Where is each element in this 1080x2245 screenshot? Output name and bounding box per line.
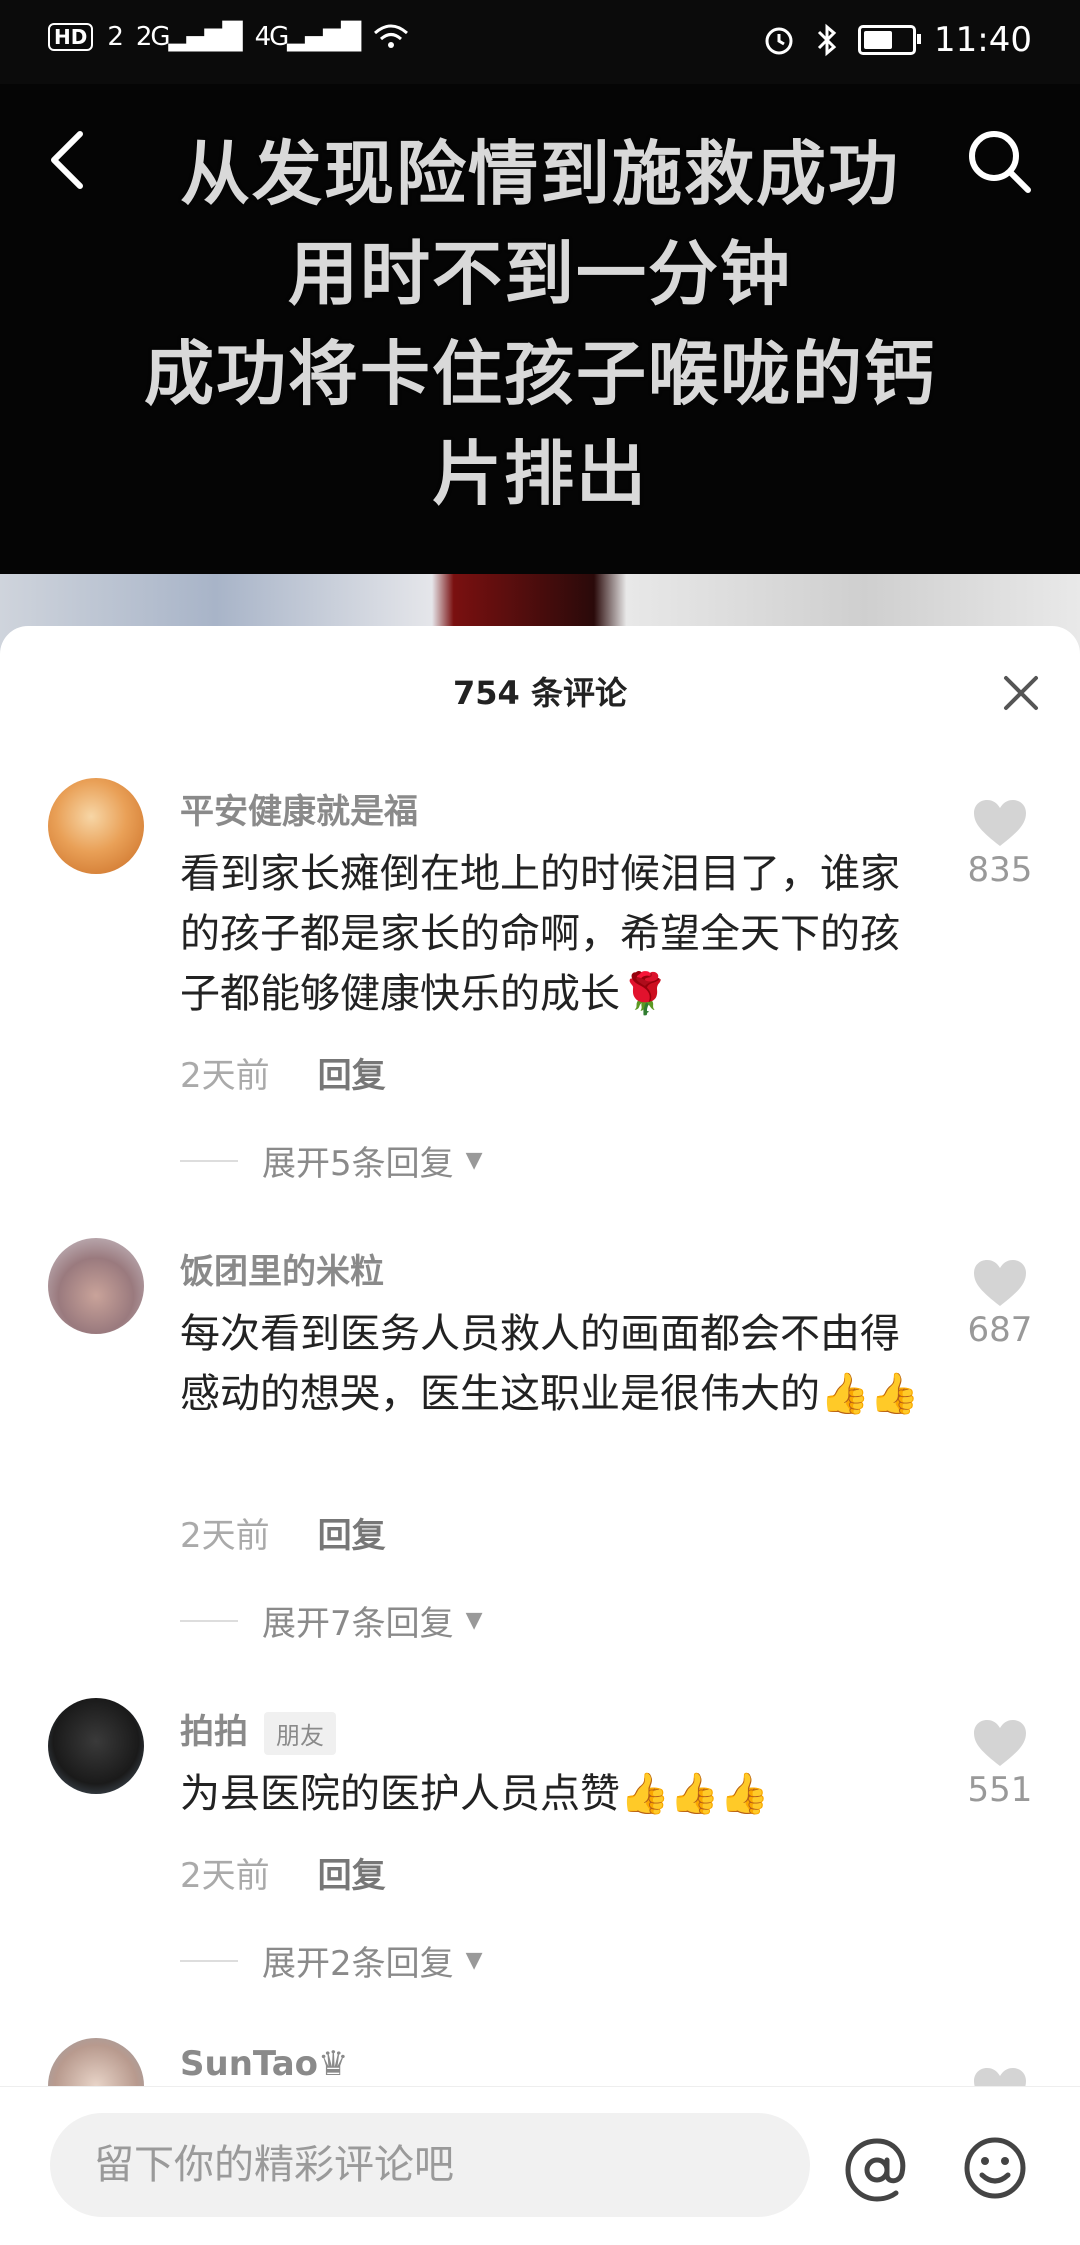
avatar[interactable] — [48, 778, 144, 874]
comment-meta: 2天前 回复 — [180, 1048, 386, 1097]
expand-replies-button[interactable]: 展开7条回复 ▼ — [180, 1596, 483, 1645]
comment-text: 为县医院的医护人员点赞👍👍👍 — [180, 1771, 770, 1817]
divider — [180, 1619, 238, 1622]
avatar[interactable] — [48, 1238, 144, 1334]
expand-replies-label: 展开7条回复 — [262, 1604, 454, 1644]
reply-button[interactable]: 回复 — [318, 1056, 386, 1096]
wifi-icon — [374, 24, 409, 48]
reply-button[interactable]: 回复 — [318, 1516, 386, 1556]
comment-time: 2天前 — [180, 1516, 270, 1556]
comment-input[interactable] — [50, 2113, 810, 2217]
avatar[interactable] — [48, 1698, 144, 1794]
like-count: 551 — [967, 1770, 1033, 1810]
divider — [180, 1159, 238, 1162]
like-button[interactable]: 687 — [960, 1258, 1040, 1350]
comment-username-text: 拍拍 — [180, 1712, 248, 1752]
comments-sheet: 754 条评论 平安健康就是福 看到家长瘫倒在地上的时候泪目了，谁家的孩子都是家… — [0, 626, 1080, 2244]
like-button[interactable]: 551 — [960, 1718, 1040, 1810]
at-mention-icon[interactable] — [842, 2135, 912, 2205]
comment-text: 看到家长瘫倒在地上的时候泪目了，谁家的孩子都是家长的命啊，希望全天下的孩子都能够… — [180, 851, 900, 1017]
sim-indicator: 2 — [107, 22, 123, 52]
comment-time: 2天前 — [180, 1856, 270, 1896]
comment-username[interactable]: 饭团里的米粒 — [180, 1244, 384, 1293]
comment-meta: 2天前 回复 — [180, 1508, 386, 1557]
comment-username[interactable]: 拍拍 朋友 — [180, 1704, 336, 1755]
comment-input-bar — [0, 2086, 1080, 2245]
status-bar: HD 2 2G▂▄▆█ 4G▂▄▆█ 11:40 — [0, 0, 1080, 84]
expand-replies-button[interactable]: 展开5条回复 ▼ — [180, 1136, 483, 1185]
like-button[interactable]: 835 — [960, 798, 1040, 890]
bluetooth-icon — [817, 23, 837, 57]
comment-count-title: 754 条评论 — [453, 674, 627, 712]
alarm-icon — [765, 27, 793, 55]
heart-icon — [974, 800, 1026, 846]
close-icon[interactable] — [996, 668, 1046, 718]
reply-button[interactable]: 回复 — [318, 1856, 386, 1896]
caret-down-icon: ▼ — [465, 1608, 483, 1633]
signal-2g-icon: 2G▂▄▆█ — [135, 22, 243, 52]
comment-time: 2天前 — [180, 1056, 270, 1096]
comment-username[interactable]: SunTao♛ — [180, 2044, 349, 2084]
heart-icon — [974, 1720, 1026, 1766]
comment-username[interactable]: 平安健康就是福 — [180, 784, 418, 833]
comment-text: 每次看到医务人员救人的画面都会不由得感动的想哭，医生这职业是很伟大的👍👍 — [180, 1311, 920, 1417]
expand-replies-label: 展开2条回复 — [262, 1944, 454, 1984]
like-count: 687 — [967, 1310, 1033, 1350]
battery-icon — [858, 25, 922, 55]
expand-replies-label: 展开5条回复 — [262, 1144, 454, 1184]
expand-replies-button[interactable]: 展开2条回复 ▼ — [180, 1936, 483, 1985]
search-icon[interactable] — [960, 122, 1040, 202]
caret-down-icon: ▼ — [465, 1948, 483, 1973]
like-count: 835 — [967, 850, 1033, 890]
hd-indicator: HD — [48, 23, 94, 51]
comment-meta: 2天前 回复 — [180, 1848, 386, 1897]
back-button[interactable] — [40, 120, 100, 200]
emoji-icon[interactable] — [960, 2133, 1030, 2203]
signal-4g-icon: 4G▂▄▆█ — [254, 22, 362, 52]
caret-down-icon: ▼ — [465, 1148, 483, 1173]
friend-badge: 朋友 — [264, 1712, 336, 1755]
heart-icon — [974, 1260, 1026, 1306]
clock: 11:40 — [934, 20, 1032, 60]
video-caption: 从发现险情到施救成功 用时不到一分钟 成功将卡住孩子喉咙的钙 片排出 — [144, 133, 936, 515]
divider — [180, 1959, 238, 1962]
video-player[interactable]: 从发现险情到施救成功 用时不到一分钟 成功将卡住孩子喉咙的钙 片排出 — [0, 84, 1080, 714]
